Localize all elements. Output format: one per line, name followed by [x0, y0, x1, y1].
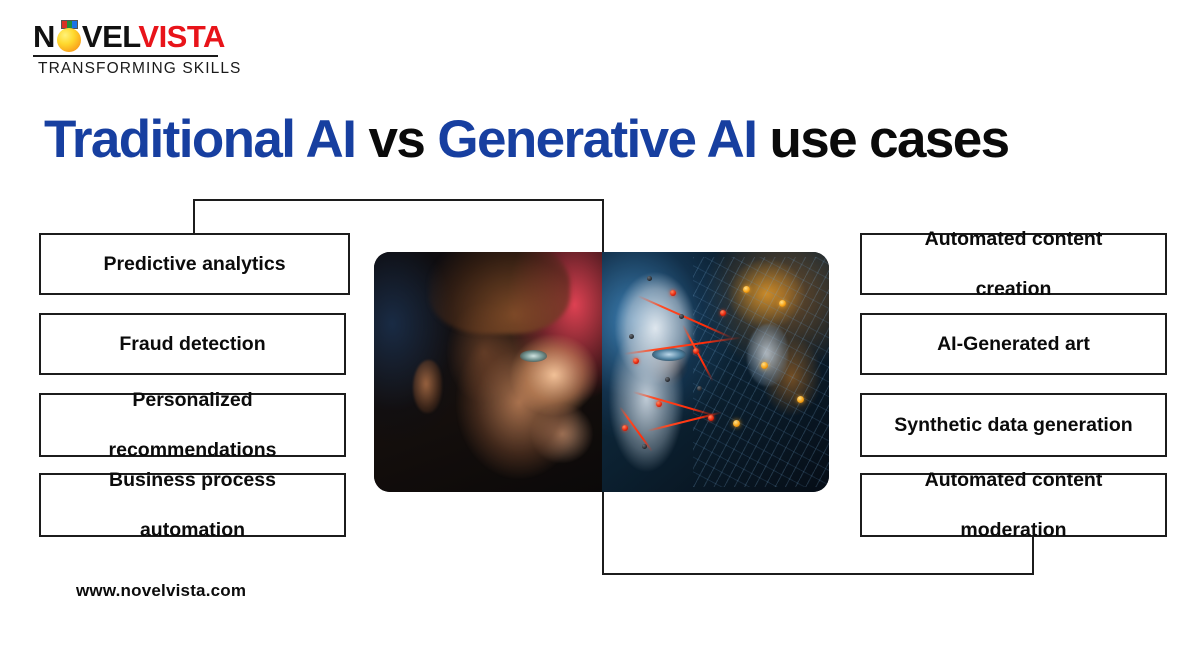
left-item-predictive-analytics[interactable]: Predictive analytics: [39, 233, 350, 295]
right-item-label: AI-Generated art: [937, 332, 1090, 355]
novelvista-logo: N VELVISTA TRANSFORMING SKILLS: [33, 19, 240, 78]
website-url[interactable]: www.novelvista.com: [76, 581, 246, 601]
robot-ear-shape: [747, 324, 789, 387]
left-item-label-line1: Personalized: [132, 388, 253, 411]
left-item-label: Personalized recommendations: [109, 388, 277, 463]
left-item-label: Business process automation: [109, 468, 276, 543]
connector-bottom-vertical-left: [602, 488, 604, 575]
right-item-label: Synthetic data generation: [894, 413, 1133, 436]
robot-node-dot: [656, 400, 663, 407]
right-item-label-line2: moderation: [960, 518, 1067, 541]
left-item-label-line2: recommendations: [108, 438, 277, 461]
right-item-label: Automated content moderation: [925, 468, 1103, 543]
logo-text-n: N: [33, 19, 55, 54]
logo-text-vista: VISTA: [138, 19, 225, 54]
left-item-fraud-detection[interactable]: Fraud detection: [39, 313, 346, 375]
right-item-label: Automated content creation: [925, 227, 1103, 302]
robot-rivet-dot: [665, 376, 671, 382]
title-segment-traditional-ai: Traditional AI: [44, 110, 357, 169]
center-hero-image: [374, 252, 829, 492]
title-segment-use-cases: use cases: [769, 110, 1010, 169]
left-item-business-process-automation[interactable]: Business process automation: [39, 469, 346, 541]
logo-tagline: TRANSFORMING SKILLS: [38, 60, 242, 77]
title-segment-vs: vs: [368, 110, 425, 169]
right-item-automated-content-moderation[interactable]: Automated content moderation: [860, 469, 1167, 541]
left-item-label-line2: automation: [139, 518, 246, 541]
connector-bottom-horizontal: [602, 573, 1034, 575]
logo-wordmark: N VELVISTA: [33, 19, 225, 54]
connector-top-horizontal: [193, 199, 604, 201]
logo-sun-icon: [56, 28, 81, 52]
infographic-canvas: N VELVISTA TRANSFORMING SKILLS Traditiona…: [0, 0, 1201, 651]
robot-glow-dot: [778, 300, 786, 307]
connector-top-vertical-left: [193, 199, 195, 237]
title-segment-generative-ai: Generative AI: [437, 110, 758, 169]
left-item-label: Fraud detection: [119, 332, 266, 355]
human-hair-shape: [428, 252, 570, 334]
robot-node-dot: [621, 424, 628, 431]
right-item-label-line1: Automated content: [924, 227, 1103, 250]
logo-o-icon: [55, 20, 82, 54]
left-item-label-line1: Business process: [109, 468, 276, 491]
right-item-automated-content-creation[interactable]: Automated content creation: [860, 228, 1167, 300]
robot-node-dot: [692, 348, 699, 354]
robot-node-dot: [719, 309, 726, 316]
human-ear-shape: [412, 360, 443, 413]
right-item-label-line1: Automated content: [924, 468, 1103, 491]
right-item-synthetic-data-generation[interactable]: Synthetic data generation: [860, 393, 1167, 457]
robot-face-half: [601, 252, 829, 492]
robot-node-dot: [633, 357, 640, 364]
logo-text-vel: VEL: [81, 19, 139, 54]
logo-divider: [33, 55, 218, 57]
left-item-label: Predictive analytics: [103, 252, 286, 275]
robot-rivet-dot: [647, 276, 652, 281]
robot-glow-dot: [742, 285, 750, 293]
page-title: Traditional AI vs Generative AI use case…: [44, 108, 1184, 172]
right-item-ai-generated-art[interactable]: AI-Generated art: [860, 313, 1167, 375]
human-face-half: [374, 252, 602, 492]
connector-top-vertical-right: [602, 199, 604, 254]
right-item-label-line2: creation: [975, 277, 1052, 300]
robot-rivet-dot: [628, 333, 634, 339]
left-item-personalized-recommendations[interactable]: Personalized recommendations: [39, 389, 346, 461]
